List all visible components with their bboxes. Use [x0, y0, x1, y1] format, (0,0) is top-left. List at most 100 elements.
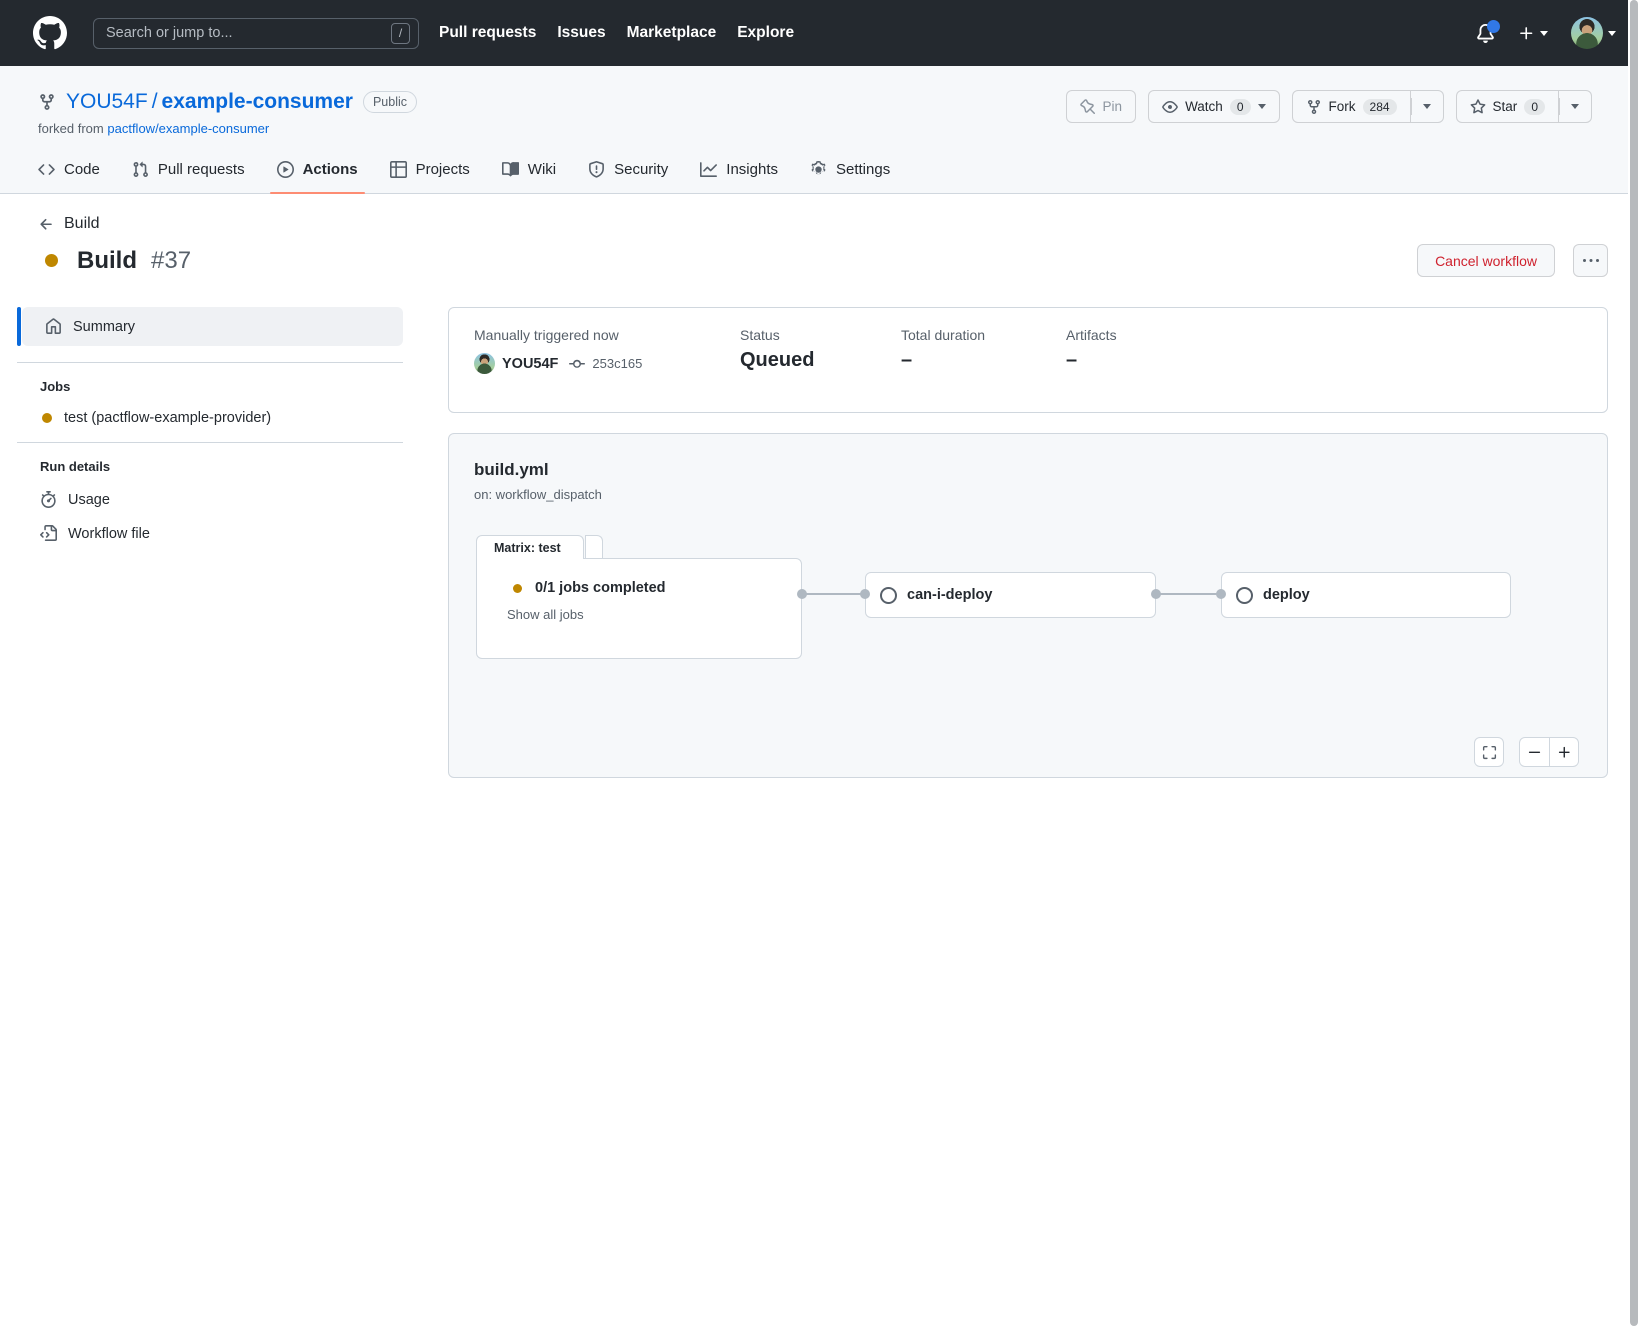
repo-separator: / — [148, 90, 162, 113]
tab-actions[interactable]: Actions — [261, 146, 374, 193]
stopwatch-icon — [40, 491, 57, 508]
artifacts-label: Artifacts — [1066, 327, 1117, 343]
github-logo-icon[interactable] — [33, 16, 67, 50]
graph-controls — [1474, 737, 1579, 767]
repo-owner-link[interactable]: YOU54F — [66, 90, 148, 113]
nav-explore[interactable]: Explore — [737, 24, 794, 42]
header-nav: Pull requests Issues Marketplace Explore — [439, 24, 794, 42]
play-icon — [277, 161, 294, 178]
code-icon — [38, 161, 55, 178]
duration-value: – — [901, 349, 1066, 372]
workflow-file-name: build.yml — [474, 460, 1582, 480]
matrix-status-dot — [513, 584, 522, 593]
node-can-i-deploy[interactable]: can-i-deploy — [865, 572, 1156, 618]
fork-button-group: Fork 284 — [1292, 90, 1444, 123]
sidebar-item-usage[interactable]: Usage — [40, 491, 403, 508]
edge-dot — [1216, 589, 1226, 599]
show-all-jobs-link[interactable]: Show all jobs — [507, 607, 584, 622]
search-placeholder: Search or jump to... — [106, 25, 391, 41]
pin-icon — [1080, 99, 1096, 115]
chevron-down-icon — [1258, 104, 1266, 109]
pending-circle-icon — [880, 587, 897, 604]
star-button[interactable]: Star 0 — [1456, 90, 1559, 123]
edge-dot — [1151, 589, 1161, 599]
slash-key-hint: / — [391, 23, 410, 44]
fork-notice: forked from pactflow/example-consumer — [38, 121, 417, 136]
tab-projects[interactable]: Projects — [374, 146, 486, 193]
notifications-button[interactable] — [1476, 24, 1495, 43]
create-new-button[interactable] — [1518, 25, 1548, 42]
matrix-tab-stack — [585, 535, 603, 559]
cancel-workflow-button[interactable]: Cancel workflow — [1417, 244, 1555, 277]
commit-sha[interactable]: 253c165 — [592, 356, 642, 371]
nav-marketplace[interactable]: Marketplace — [627, 24, 717, 42]
fork-source-link[interactable]: pactflow/example-consumer — [107, 121, 269, 136]
star-button-group: Star 0 — [1456, 90, 1592, 123]
star-icon — [1470, 99, 1486, 115]
tab-code[interactable]: Code — [22, 146, 116, 193]
sidebar-item-workflow-file[interactable]: Workflow file — [40, 525, 403, 542]
matrix-group-node[interactable]: 0/1 jobs completed Show all jobs — [476, 558, 802, 659]
run-sidebar: Summary Jobs test (pactflow-example-prov… — [17, 307, 403, 542]
scrollbar-thumb[interactable] — [1630, 0, 1638, 1326]
git-commit-icon — [569, 356, 585, 372]
notification-indicator — [1487, 20, 1500, 33]
tab-settings[interactable]: Settings — [794, 146, 906, 193]
status-value: Queued — [740, 349, 901, 372]
nav-pull-requests[interactable]: Pull requests — [439, 24, 536, 42]
sidebar-divider — [17, 362, 403, 363]
tab-security[interactable]: Security — [572, 146, 684, 193]
zoom-in-button[interactable] — [1549, 738, 1578, 766]
fork-count: 284 — [1363, 99, 1397, 115]
job-status-dot — [42, 413, 52, 423]
star-dropdown-button[interactable] — [1559, 90, 1592, 123]
file-code-icon — [40, 525, 57, 542]
node-deploy[interactable]: deploy — [1221, 572, 1511, 618]
repo-name-link[interactable]: example-consumer — [162, 90, 353, 113]
fork-dropdown-button[interactable] — [1411, 90, 1444, 123]
pending-circle-icon — [1236, 587, 1253, 604]
workflow-graph-canvas[interactable]: Matrix: test 0/1 jobs completed Show all… — [474, 518, 1582, 718]
nav-issues[interactable]: Issues — [557, 24, 605, 42]
sidebar-job-item[interactable]: test (pactflow-example-provider) — [42, 410, 403, 426]
edge-dot — [860, 589, 870, 599]
user-menu-button[interactable] — [1571, 17, 1616, 49]
minus-icon — [1527, 745, 1542, 760]
run-status-dot — [45, 254, 58, 267]
graph-icon — [700, 161, 717, 178]
watch-button[interactable]: Watch 0 — [1148, 90, 1279, 123]
duration-label: Total duration — [901, 327, 1066, 343]
table-icon — [390, 161, 407, 178]
book-icon — [502, 161, 519, 178]
run-title: Build — [77, 247, 137, 275]
run-options-button[interactable] — [1573, 244, 1608, 277]
matrix-tab-label: Matrix: test — [476, 535, 584, 559]
run-number: #37 — [151, 247, 191, 275]
run-title-row: Build #37 Cancel workflow — [45, 244, 1608, 277]
tab-pull-requests[interactable]: Pull requests — [116, 146, 261, 193]
chevron-down-icon — [1571, 104, 1579, 109]
tab-insights[interactable]: Insights — [684, 146, 794, 193]
fork-button[interactable]: Fork 284 — [1292, 90, 1411, 123]
matrix-progress: 0/1 jobs completed — [535, 580, 666, 596]
edge-matrix-to-can-i-deploy — [802, 593, 865, 595]
tab-wiki[interactable]: Wiki — [486, 146, 572, 193]
zoom-out-button[interactable] — [1520, 738, 1549, 766]
breadcrumb-back-build[interactable]: Build — [38, 215, 100, 233]
repo-action-buttons: Pin Watch 0 Fork 284 — [1066, 90, 1592, 123]
edge-can-i-deploy-to-deploy — [1156, 593, 1221, 595]
star-count: 0 — [1524, 99, 1545, 115]
chevron-down-icon — [1608, 31, 1616, 36]
sidebar-item-summary[interactable]: Summary — [22, 307, 403, 346]
search-input[interactable]: Search or jump to... / — [93, 18, 419, 49]
plus-icon — [1518, 25, 1535, 42]
gear-icon — [810, 161, 827, 178]
scrollbar-track — [1628, 0, 1640, 1326]
chevron-down-icon — [1540, 31, 1548, 36]
trigger-user[interactable]: YOU54F — [502, 356, 558, 372]
fullscreen-button[interactable] — [1474, 737, 1504, 767]
repo-header: YOU54F/example-consumer Public forked fr… — [0, 66, 1640, 194]
pin-button[interactable]: Pin — [1066, 90, 1137, 123]
header-right-cluster — [1476, 17, 1616, 49]
status-label: Status — [740, 327, 901, 343]
